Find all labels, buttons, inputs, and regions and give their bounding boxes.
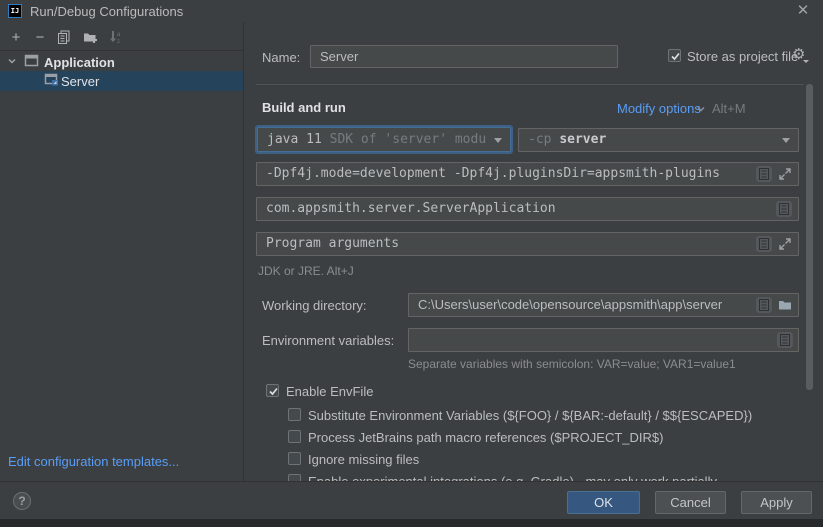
- configurations-toolbar: + − az: [0, 27, 243, 49]
- ignore-missing-files-checkbox[interactable]: [288, 452, 301, 465]
- check-icon: [670, 51, 681, 62]
- program-arguments-placeholder: Program arguments: [266, 233, 750, 255]
- jre-combobox[interactable]: java 11 SDK of 'server' module: [257, 127, 511, 152]
- insert-macros-icon[interactable]: [756, 236, 772, 252]
- sort-alphabetically-icon: az: [109, 30, 123, 44]
- process-path-macros-checkbox[interactable]: [288, 430, 301, 443]
- copy-configuration-button[interactable]: [54, 27, 74, 47]
- run-debug-configurations-dialog: IJ Run/Debug Configurations ✕ + − az: [0, 0, 823, 527]
- background-window-strip: [0, 519, 823, 527]
- cp-prefix: -cp: [528, 132, 551, 147]
- jre-value: java 11: [267, 132, 322, 147]
- chevron-down-icon[interactable]: [695, 103, 707, 118]
- insert-macros-icon[interactable]: [756, 166, 772, 182]
- browse-folder-icon[interactable]: [777, 297, 793, 313]
- minus-icon: −: [36, 29, 45, 46]
- store-as-project-file-checkbox[interactable]: [668, 49, 681, 62]
- main-class-input[interactable]: com.appsmith.server.ServerApplication: [256, 197, 799, 221]
- footer-separator: [0, 481, 823, 482]
- jre-hint: SDK of 'server' module: [330, 132, 486, 147]
- main-class-value: com.appsmith.server.ServerApplication: [266, 198, 770, 220]
- experimental-integrations-row-clipped: Enable experimental integrations (e.g. G…: [256, 472, 796, 481]
- remove-configuration-button[interactable]: −: [30, 27, 50, 47]
- tree-group-application[interactable]: Application: [0, 52, 243, 72]
- intellij-logo-icon: IJ: [8, 4, 22, 18]
- toolbar-separator: [0, 50, 243, 51]
- enable-envfile-label: Enable EnvFile: [286, 384, 373, 399]
- process-path-macros-label: Process JetBrains path macro references …: [308, 430, 663, 445]
- svg-text:z: z: [117, 39, 120, 44]
- name-label: Name:: [262, 50, 300, 65]
- run-configuration-icon: [44, 73, 59, 89]
- experimental-integrations-checkbox[interactable]: [288, 474, 301, 481]
- substitute-env-vars-label: Substitute Environment Variables (${FOO}…: [308, 408, 752, 423]
- expand-field-icon[interactable]: [777, 236, 793, 252]
- new-folder-button[interactable]: [80, 27, 100, 47]
- vm-options-value: -Dpf4j.mode=development -Dpf4j.pluginsDi…: [266, 163, 750, 185]
- gear-caret-icon: [803, 60, 809, 63]
- insert-macros-icon[interactable]: [756, 297, 772, 313]
- name-value: Server: [320, 46, 595, 67]
- enable-envfile-checkbox[interactable]: [266, 384, 279, 397]
- title-bar: IJ Run/Debug Configurations ✕: [0, 0, 823, 22]
- store-as-project-file-label: Store as project file: [687, 49, 798, 64]
- apply-button[interactable]: Apply: [741, 491, 812, 514]
- working-directory-label: Working directory:: [262, 298, 367, 313]
- svg-text:a: a: [117, 32, 121, 38]
- build-and-run-header: Build and run: [262, 100, 346, 115]
- environment-variables-label: Environment variables:: [262, 333, 394, 348]
- section-divider: [256, 84, 804, 85]
- question-mark-icon: ?: [18, 494, 25, 508]
- browse-variables-icon[interactable]: [777, 332, 793, 348]
- help-button[interactable]: ?: [13, 492, 31, 510]
- cancel-button[interactable]: Cancel: [655, 491, 726, 514]
- tree-item-server[interactable]: Server: [0, 71, 243, 91]
- combo-arrow-icon[interactable]: [782, 138, 790, 143]
- modify-options-link[interactable]: Modify options: [617, 101, 701, 116]
- vertical-scrollbar[interactable]: [806, 84, 813, 390]
- working-directory-input[interactable]: C:\Users\user\code\opensource\appsmith\a…: [408, 293, 799, 317]
- new-folder-icon: [83, 30, 98, 44]
- substitute-env-vars-checkbox[interactable]: [288, 408, 301, 421]
- expand-field-icon[interactable]: [777, 166, 793, 182]
- name-input[interactable]: Server: [310, 45, 618, 68]
- application-type-icon: [24, 54, 39, 70]
- panel-divider: [243, 22, 244, 481]
- classpath-module-combobox[interactable]: -cp server: [518, 128, 799, 152]
- jdk-hint: JDK or JRE. Alt+J: [258, 264, 354, 278]
- copy-icon: [57, 30, 71, 44]
- working-directory-value: C:\Users\user\code\opensource\appsmith\a…: [418, 294, 750, 316]
- experimental-integrations-label: Enable experimental integrations (e.g. G…: [308, 474, 717, 481]
- check-icon: [268, 386, 279, 397]
- tree-item-label: Server: [61, 74, 99, 89]
- chevron-down-icon[interactable]: [6, 55, 18, 70]
- ok-button[interactable]: OK: [567, 491, 640, 514]
- browse-class-icon[interactable]: [776, 201, 792, 217]
- window-title: Run/Debug Configurations: [30, 4, 183, 19]
- close-icon[interactable]: ✕: [793, 1, 813, 21]
- program-arguments-input[interactable]: Program arguments: [256, 232, 799, 256]
- add-configuration-button[interactable]: +: [6, 27, 26, 47]
- cp-value: server: [559, 132, 606, 147]
- edit-configuration-templates-link[interactable]: Edit configuration templates...: [8, 454, 179, 469]
- sort-configurations-button[interactable]: az: [106, 27, 126, 47]
- tree-group-label: Application: [44, 55, 115, 70]
- modify-options-shortcut: Alt+M: [712, 101, 746, 116]
- combo-arrow-icon[interactable]: [494, 138, 502, 143]
- environment-variables-input[interactable]: [408, 328, 799, 352]
- vm-options-input[interactable]: -Dpf4j.mode=development -Dpf4j.pluginsDi…: [256, 162, 799, 186]
- environment-variables-hint: Separate variables with semicolon: VAR=v…: [408, 357, 736, 371]
- ignore-missing-files-label: Ignore missing files: [308, 452, 419, 467]
- plus-icon: +: [12, 29, 21, 46]
